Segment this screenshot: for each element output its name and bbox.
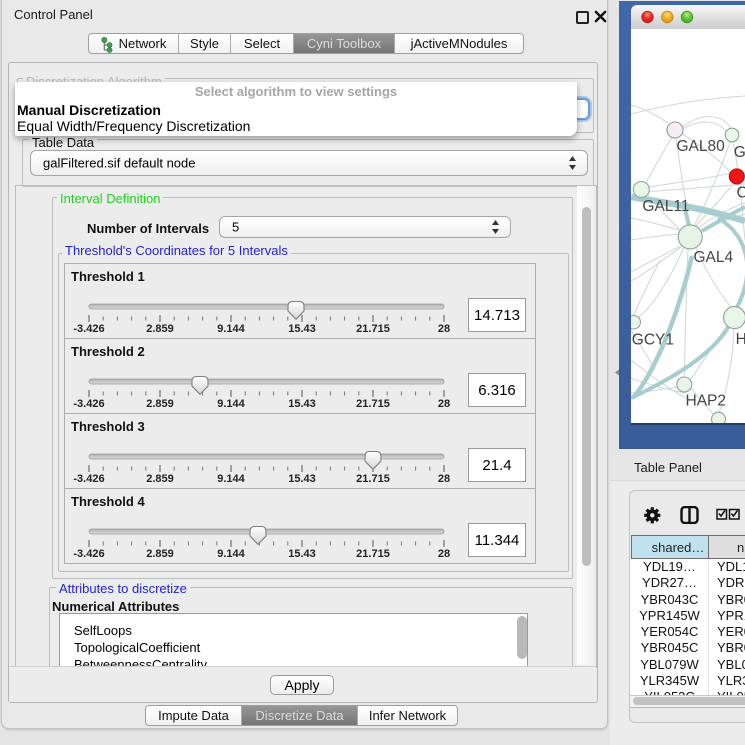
svg-text:GAL4: GAL4 — [694, 249, 734, 266]
svg-text:H: H — [736, 331, 745, 348]
svg-text:GCY1: GCY1 — [632, 332, 674, 349]
svg-text:GA: GA — [734, 144, 745, 161]
svg-text:GAL11: GAL11 — [642, 198, 689, 215]
svg-text:HAP2: HAP2 — [686, 393, 727, 410]
svg-text:GAL80: GAL80 — [677, 138, 726, 155]
svg-text:CD: CD — [737, 185, 745, 202]
